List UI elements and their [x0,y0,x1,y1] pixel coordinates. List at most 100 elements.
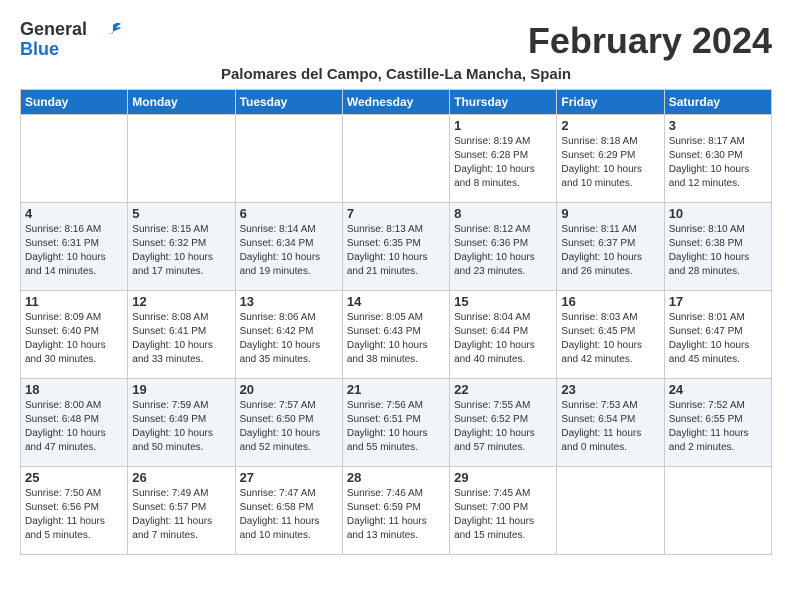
day-info: Sunrise: 8:08 AMSunset: 6:41 PMDaylight:… [132,311,230,367]
day-number: 8 [454,206,552,221]
calendar-cell: 27 Sunrise: 7:47 AMSunset: 6:58 PMDayligh… [235,467,342,555]
day-number: 1 [454,118,552,133]
calendar-cell: 20Sunrise: 7:57 AMSunset: 6:50 PMDayligh… [235,379,342,467]
day-number: 13 [240,294,338,309]
calendar-cell: 19 Sunrise: 7:59 AMSunset: 6:49 PMDayligh… [128,379,235,467]
day-number: 6 [240,206,338,221]
day-number: 12 [132,294,230,309]
day-info: Sunrise: 7:45 AMSunset: 7:00 PMDaylight:… [454,487,552,543]
day-info: Sunrise: 8:14 AMSunset: 6:34 PMDaylight:… [240,223,338,279]
day-info: Sunrise: 8:19 AMSunset: 6:28 PMDaylight:… [454,135,552,191]
calendar-header-row: SundayMondayTuesdayWednesdayThursdayFrid… [21,90,772,115]
location-title: Palomares del Campo, Castille-La Mancha,… [20,66,772,83]
day-info: Sunrise: 8:05 AMSunset: 6:43 PMDaylight:… [347,311,445,367]
calendar-cell: 1 Sunrise: 8:19 AMSunset: 6:28 PMDaylight… [450,115,557,203]
calendar-cell: 9 Sunrise: 8:11 AMSunset: 6:37 PMDaylight… [557,203,664,291]
calendar-cell: 22 Sunrise: 7:55 AMSunset: 6:52 PMDayligh… [450,379,557,467]
day-info: Sunrise: 7:49 AMSunset: 6:57 PMDaylight:… [132,487,230,543]
day-number: 4 [25,206,123,221]
day-info: Sunrise: 7:59 AMSunset: 6:49 PMDaylight:… [132,399,230,455]
calendar-cell: 2Sunrise: 8:18 AMSunset: 6:29 PMDaylight… [557,115,664,203]
calendar-cell: 10 Sunrise: 8:10 AMSunset: 6:38 PMDayligh… [664,203,771,291]
calendar-cell: 8 Sunrise: 8:12 AMSunset: 6:36 PMDaylight… [450,203,557,291]
calendar-cell: 3Sunrise: 8:17 AMSunset: 6:30 PMDaylight… [664,115,771,203]
calendar-cell [557,467,664,555]
day-info: Sunrise: 7:53 AMSunset: 6:54 PMDaylight:… [561,399,659,455]
calendar-cell: 24 Sunrise: 7:52 AMSunset: 6:55 PMDayligh… [664,379,771,467]
day-number: 11 [25,294,123,309]
day-info: Sunrise: 7:56 AMSunset: 6:51 PMDaylight:… [347,399,445,455]
day-info: Sunrise: 8:03 AMSunset: 6:45 PMDaylight:… [561,311,659,367]
day-number: 15 [454,294,552,309]
calendar-cell: 17Sunrise: 8:01 AMSunset: 6:47 PMDayligh… [664,291,771,379]
day-info: Sunrise: 8:01 AMSunset: 6:47 PMDaylight:… [669,311,767,367]
calendar-header-tuesday: Tuesday [235,90,342,115]
calendar-cell: 12 Sunrise: 8:08 AMSunset: 6:41 PMDayligh… [128,291,235,379]
day-number: 5 [132,206,230,221]
calendar-header-thursday: Thursday [450,90,557,115]
calendar-header-friday: Friday [557,90,664,115]
day-info: Sunrise: 8:12 AMSunset: 6:36 PMDaylight:… [454,223,552,279]
day-number: 7 [347,206,445,221]
calendar-header-saturday: Saturday [664,90,771,115]
calendar-cell [128,115,235,203]
calendar-header-wednesday: Wednesday [342,90,449,115]
logo-text: General Blue [20,20,87,60]
day-number: 28 [347,470,445,485]
page-header: General Blue February 2024 [20,20,772,62]
day-info: Sunrise: 7:55 AMSunset: 6:52 PMDaylight:… [454,399,552,455]
day-info: Sunrise: 7:46 AMSunset: 6:59 PMDaylight:… [347,487,445,543]
calendar-cell: 15 Sunrise: 8:04 AMSunset: 6:44 PMDayligh… [450,291,557,379]
day-number: 2 [561,118,659,133]
day-info: Sunrise: 7:57 AMSunset: 6:50 PMDaylight:… [240,399,338,455]
day-info: Sunrise: 8:09 AMSunset: 6:40 PMDaylight:… [25,311,123,367]
calendar-week-row: 25Sunrise: 7:50 AMSunset: 6:56 PMDayligh… [21,467,772,555]
day-number: 24 [669,382,767,397]
calendar-cell [342,115,449,203]
day-info: Sunrise: 8:15 AMSunset: 6:32 PMDaylight:… [132,223,230,279]
day-info: Sunrise: 7:47 AMSunset: 6:58 PMDaylight:… [240,487,338,543]
day-info: Sunrise: 7:52 AMSunset: 6:55 PMDaylight:… [669,399,767,455]
day-number: 26 [132,470,230,485]
calendar-cell: 21 Sunrise: 7:56 AMSunset: 6:51 PMDayligh… [342,379,449,467]
day-number: 18 [25,382,123,397]
logo-bird-icon [93,20,123,50]
calendar-cell [21,115,128,203]
day-number: 27 [240,470,338,485]
calendar-cell: 11 Sunrise: 8:09 AMSunset: 6:40 PMDayligh… [21,291,128,379]
month-title: February 2024 [528,20,772,62]
calendar-cell: 5 Sunrise: 8:15 AMSunset: 6:32 PMDaylight… [128,203,235,291]
calendar-cell: 29 Sunrise: 7:45 AMSunset: 7:00 PMDayligh… [450,467,557,555]
day-info: Sunrise: 8:16 AMSunset: 6:31 PMDaylight:… [25,223,123,279]
calendar-cell: 4 Sunrise: 8:16 AMSunset: 6:31 PMDaylight… [21,203,128,291]
calendar-cell: 6 Sunrise: 8:14 AMSunset: 6:34 PMDaylight… [235,203,342,291]
calendar-cell [235,115,342,203]
calendar-header-monday: Monday [128,90,235,115]
calendar-week-row: 11 Sunrise: 8:09 AMSunset: 6:40 PMDayligh… [21,291,772,379]
calendar-cell: 18Sunrise: 8:00 AMSunset: 6:48 PMDayligh… [21,379,128,467]
calendar-header-sunday: Sunday [21,90,128,115]
day-info: Sunrise: 8:11 AMSunset: 6:37 PMDaylight:… [561,223,659,279]
day-number: 29 [454,470,552,485]
calendar-cell: 28 Sunrise: 7:46 AMSunset: 6:59 PMDayligh… [342,467,449,555]
day-info: Sunrise: 8:04 AMSunset: 6:44 PMDaylight:… [454,311,552,367]
calendar-cell: 16Sunrise: 8:03 AMSunset: 6:45 PMDayligh… [557,291,664,379]
calendar-cell: 7 Sunrise: 8:13 AMSunset: 6:35 PMDaylight… [342,203,449,291]
day-info: Sunrise: 7:50 AMSunset: 6:56 PMDaylight:… [25,487,123,543]
calendar-cell: 25Sunrise: 7:50 AMSunset: 6:56 PMDayligh… [21,467,128,555]
day-number: 19 [132,382,230,397]
calendar-cell [664,467,771,555]
day-info: Sunrise: 8:17 AMSunset: 6:30 PMDaylight:… [669,135,767,191]
day-number: 21 [347,382,445,397]
calendar-cell: 14Sunrise: 8:05 AMSunset: 6:43 PMDayligh… [342,291,449,379]
calendar-week-row: 1 Sunrise: 8:19 AMSunset: 6:28 PMDaylight… [21,115,772,203]
calendar-cell: 13Sunrise: 8:06 AMSunset: 6:42 PMDayligh… [235,291,342,379]
calendar-table: SundayMondayTuesdayWednesdayThursdayFrid… [20,89,772,555]
day-number: 10 [669,206,767,221]
calendar-week-row: 4 Sunrise: 8:16 AMSunset: 6:31 PMDaylight… [21,203,772,291]
day-number: 9 [561,206,659,221]
day-number: 22 [454,382,552,397]
day-info: Sunrise: 8:10 AMSunset: 6:38 PMDaylight:… [669,223,767,279]
calendar-cell: 23Sunrise: 7:53 AMSunset: 6:54 PMDayligh… [557,379,664,467]
day-info: Sunrise: 8:13 AMSunset: 6:35 PMDaylight:… [347,223,445,279]
